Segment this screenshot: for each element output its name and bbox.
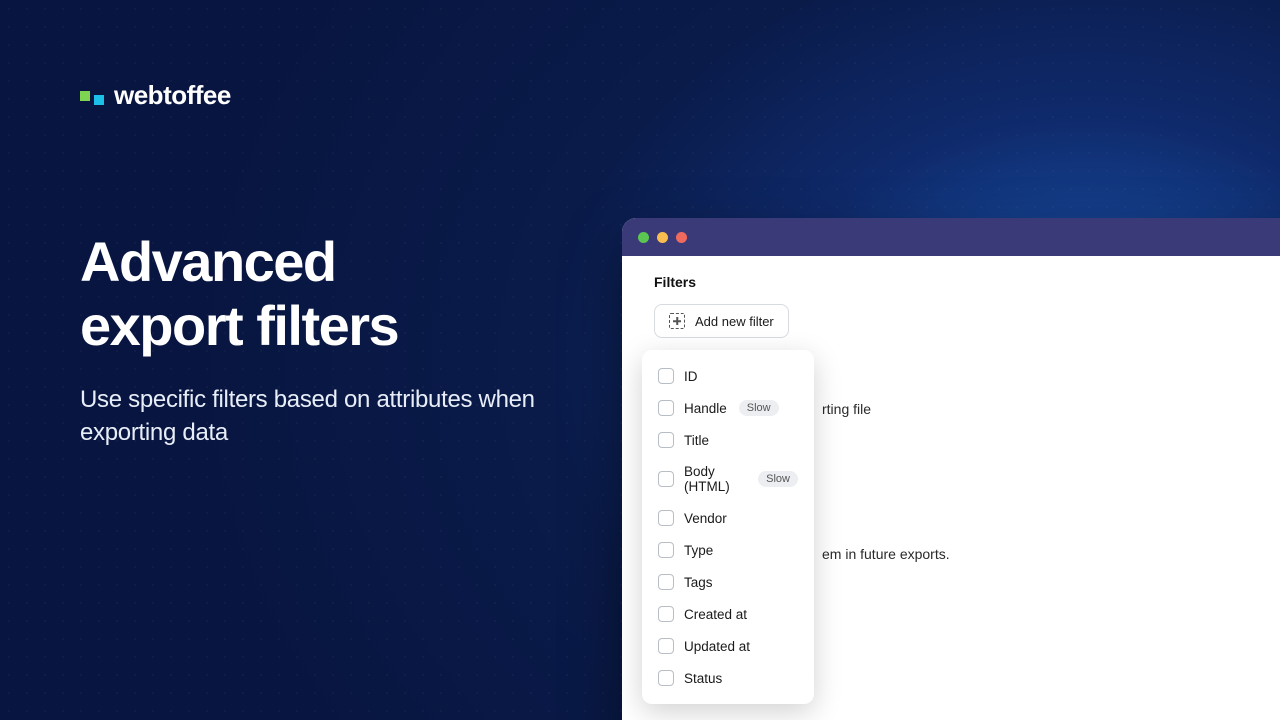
slow-badge: Slow [739,400,779,416]
checkbox-icon[interactable] [658,510,674,526]
filter-option[interactable]: ID [642,360,814,392]
filter-option[interactable]: Title [642,424,814,456]
minimize-icon[interactable] [657,232,668,243]
checkbox-icon[interactable] [658,606,674,622]
filter-option[interactable]: Body (HTML) Slow [642,456,814,502]
filters-panel: Filters Add new filter rting file em in … [622,256,1280,720]
filter-option-label: Handle [684,401,727,416]
hero-title-line2: export filters [80,294,398,357]
logo-square-green [80,91,90,101]
brand-logo: webtoffee [80,80,231,111]
maximize-icon[interactable] [676,232,687,243]
checkbox-icon[interactable] [658,471,674,487]
window-titlebar [622,218,1280,256]
checkbox-icon[interactable] [658,574,674,590]
window-traffic-lights [638,232,687,243]
filter-option-label: Title [684,433,709,448]
filter-option-label: Tags [684,575,713,590]
add-filter-label: Add new filter [695,314,774,329]
brand-name: webtoffee [114,80,231,111]
filter-option-label: Created at [684,607,747,622]
filter-option[interactable]: Vendor [642,502,814,534]
add-filter-icon [669,313,685,329]
brand-logo-mark [80,91,104,101]
hero: Advanced export filters Use specific fil… [80,230,600,450]
hero-subtitle: Use specific filters based on attributes… [80,383,600,450]
checkbox-icon[interactable] [658,542,674,558]
hero-title-line1: Advanced [80,230,336,293]
filter-option-label: ID [684,369,698,384]
checkbox-icon[interactable] [658,638,674,654]
checkbox-icon[interactable] [658,400,674,416]
checkbox-icon[interactable] [658,670,674,686]
filter-option-label: Status [684,671,722,686]
filter-option[interactable]: Created at [642,598,814,630]
logo-square-blue [94,95,104,105]
filter-option[interactable]: Type [642,534,814,566]
filter-option-label: Vendor [684,511,727,526]
filter-option-label: Updated at [684,639,750,654]
filter-option-label: Type [684,543,713,558]
filter-dropdown[interactable]: ID Handle Slow Title Body (HTML) Slow Vendor Ty… [642,350,814,704]
add-filter-button[interactable]: Add new filter [654,304,789,338]
filter-option[interactable]: Handle Slow [642,392,814,424]
app-window: Filters Add new filter rting file em in … [622,218,1280,720]
filter-option[interactable]: Tags [642,566,814,598]
filter-option[interactable]: Status [642,662,814,694]
background-text-fragment-1: rting file [822,401,871,417]
checkbox-icon[interactable] [658,368,674,384]
filter-option-label: Body (HTML) [684,464,746,494]
hero-title: Advanced export filters [80,230,600,359]
slow-badge: Slow [758,471,798,487]
checkbox-icon[interactable] [658,432,674,448]
filter-option[interactable]: Updated at [642,630,814,662]
close-icon[interactable] [638,232,649,243]
panel-title: Filters [654,274,1280,290]
background-text-fragment-2: em in future exports. [822,546,950,562]
